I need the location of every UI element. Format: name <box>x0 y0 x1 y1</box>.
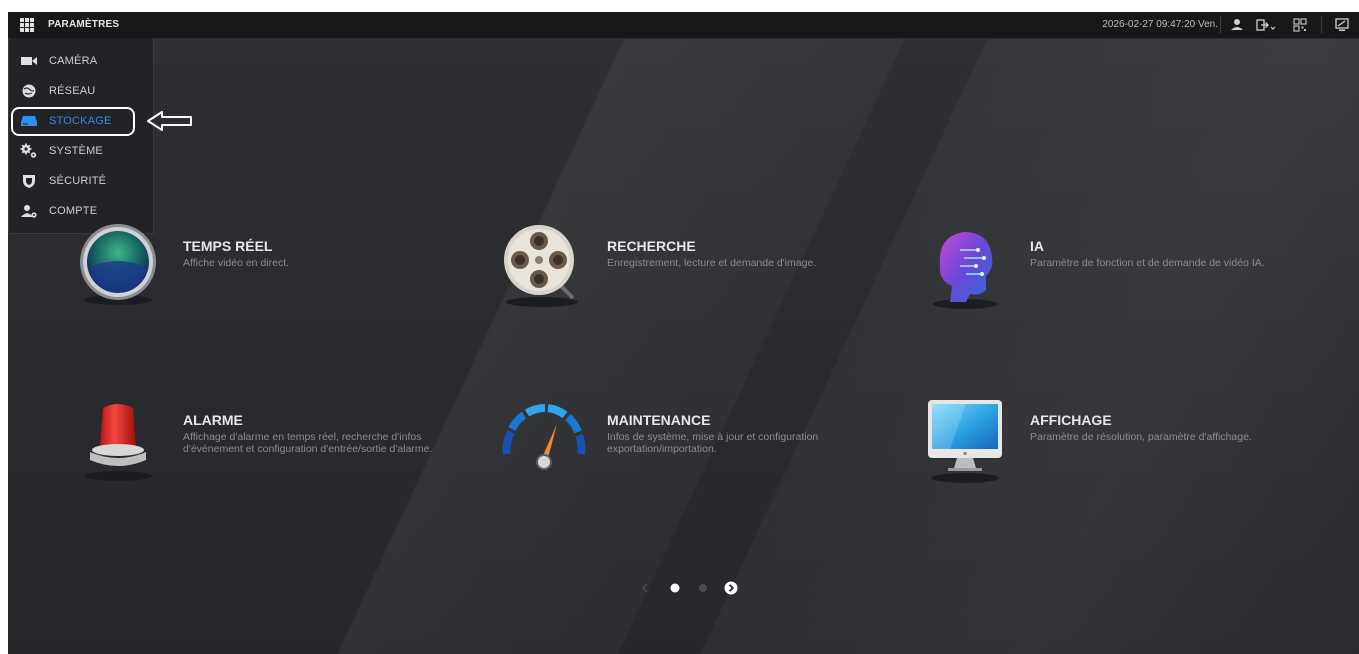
alarm-light-icon <box>84 404 152 481</box>
network-icon <box>22 84 36 98</box>
tile-description: Enregistrement, lecture et demande d'ima… <box>607 257 817 269</box>
menu-item-security[interactable]: SÉCURITÉ <box>9 166 155 196</box>
tile-title: RECHERCHE <box>607 238 696 254</box>
tile-title: IA <box>1030 238 1044 254</box>
menu-item-label: COMPTE <box>49 205 98 217</box>
pointer-arrow-icon <box>147 111 192 131</box>
tile-title: ALARME <box>183 412 243 428</box>
tile-title: TEMPS RÉEL <box>183 238 273 254</box>
menu-item-label: RÉSEAU <box>49 85 96 97</box>
logout-icon[interactable] <box>1255 17 1277 33</box>
page-dot[interactable] <box>698 583 708 593</box>
shield-icon <box>23 175 35 188</box>
chevron-left-icon[interactable] <box>640 583 650 593</box>
tile-ai[interactable]: IA Paramètre de fonction et de demande d… <box>920 224 1300 314</box>
tile-description: Infos de système, mise à jour et configu… <box>607 431 819 455</box>
qrcode-icon[interactable] <box>1292 17 1308 33</box>
menu-item-label: SÉCURITÉ <box>49 175 107 187</box>
live-view-icon <box>80 224 156 305</box>
tile-description: Affiche vidéo en direct. <box>183 257 290 269</box>
page-pager <box>636 580 746 596</box>
tile-alarm[interactable]: ALARME Affichage d'alarme en temps réel,… <box>73 398 453 488</box>
datetime-display: 2026-02-27 09:47:20 Ven. <box>1102 19 1218 30</box>
side-menu: CAMÉRA RÉSEAU STOCKAGE SYSTÈME SÉCURITÉ … <box>8 38 154 234</box>
tile-display[interactable]: AFFICHAGE Paramètre de résolution, param… <box>920 398 1300 488</box>
gauge-icon <box>502 404 586 470</box>
app-window: PARAMÈTRES 2026-02-27 09:47:20 Ven. CAMÉ… <box>8 12 1359 654</box>
tile-description: Paramètre de fonction et de demande de v… <box>1030 257 1265 269</box>
highlight-outline <box>11 107 135 136</box>
page-title: PARAMÈTRES <box>48 19 120 30</box>
tile-title: MAINTENANCE <box>607 412 711 428</box>
menu-item-system[interactable]: SYSTÈME <box>9 136 155 166</box>
system-gears-icon <box>20 143 37 158</box>
grid-icon[interactable] <box>20 18 34 32</box>
divider <box>1220 16 1221 34</box>
tile-title: AFFICHAGE <box>1030 412 1112 428</box>
tile-description: Affichage d'alarme en temps réel, recher… <box>183 431 433 455</box>
divider <box>1321 16 1322 34</box>
tile-search[interactable]: RECHERCHE Enregistrement, lecture et dem… <box>497 224 877 314</box>
user-icon[interactable] <box>1229 17 1245 33</box>
menu-item-label: CAMÉRA <box>49 55 98 67</box>
account-icon <box>21 205 37 218</box>
camera-icon <box>21 57 37 65</box>
top-bar: PARAMÈTRES 2026-02-27 09:47:20 Ven. <box>8 12 1359 39</box>
tile-live-view[interactable]: TEMPS RÉEL Affiche vidéo en direct. <box>73 224 453 314</box>
monitor-icon <box>928 400 1002 483</box>
display-icon[interactable] <box>1334 17 1350 33</box>
tile-description: Paramètre de résolution, paramètre d'aff… <box>1030 431 1252 443</box>
menu-item-camera[interactable]: CAMÉRA <box>9 46 155 76</box>
chevron-right-icon[interactable] <box>724 581 738 595</box>
menu-item-account[interactable]: COMPTE <box>9 196 155 226</box>
tile-maintenance[interactable]: MAINTENANCE Infos de système, mise à jou… <box>497 398 877 488</box>
menu-item-label: SYSTÈME <box>49 145 103 157</box>
ai-head-icon <box>933 232 997 309</box>
page-dot-active[interactable] <box>670 583 680 593</box>
menu-item-network[interactable]: RÉSEAU <box>9 76 155 106</box>
film-reel-icon <box>504 225 578 307</box>
